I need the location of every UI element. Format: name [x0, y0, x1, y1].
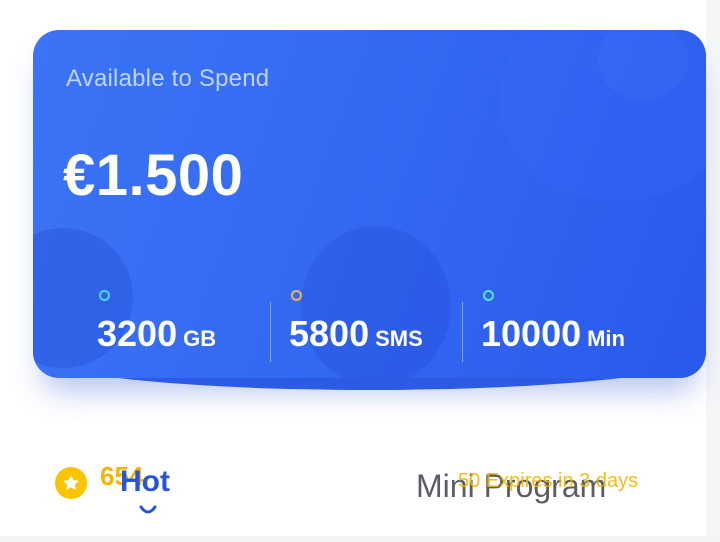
stat-divider	[462, 302, 463, 362]
tab-hot[interactable]: Hot	[120, 465, 170, 499]
active-tab-indicator	[138, 504, 158, 522]
star-icon	[55, 467, 87, 499]
minutes-value: 10000	[481, 313, 582, 354]
data-unit: GB	[183, 326, 217, 351]
balance-amount: €1.500	[63, 143, 244, 208]
data-dot-icon	[99, 290, 110, 301]
bottom-divider	[0, 536, 720, 542]
sms-unit: SMS	[375, 326, 423, 351]
sms-dot-icon	[291, 290, 302, 301]
minutes-unit: Min	[587, 326, 625, 351]
right-edge-strip	[706, 0, 720, 542]
data-value: 3200	[97, 313, 178, 354]
stat-divider	[270, 302, 271, 362]
minutes-dot-icon	[483, 290, 494, 301]
balance-label: Available to Spend	[66, 65, 270, 92]
points-expiry-notice: 50 Expires in 3 days	[458, 470, 639, 492]
sms-value: 5800	[289, 313, 370, 354]
card-decoration-circle	[301, 226, 451, 378]
balance-card[interactable]: Available to Spend €1.500 3200 GB 5800 SMS…	[33, 30, 706, 378]
